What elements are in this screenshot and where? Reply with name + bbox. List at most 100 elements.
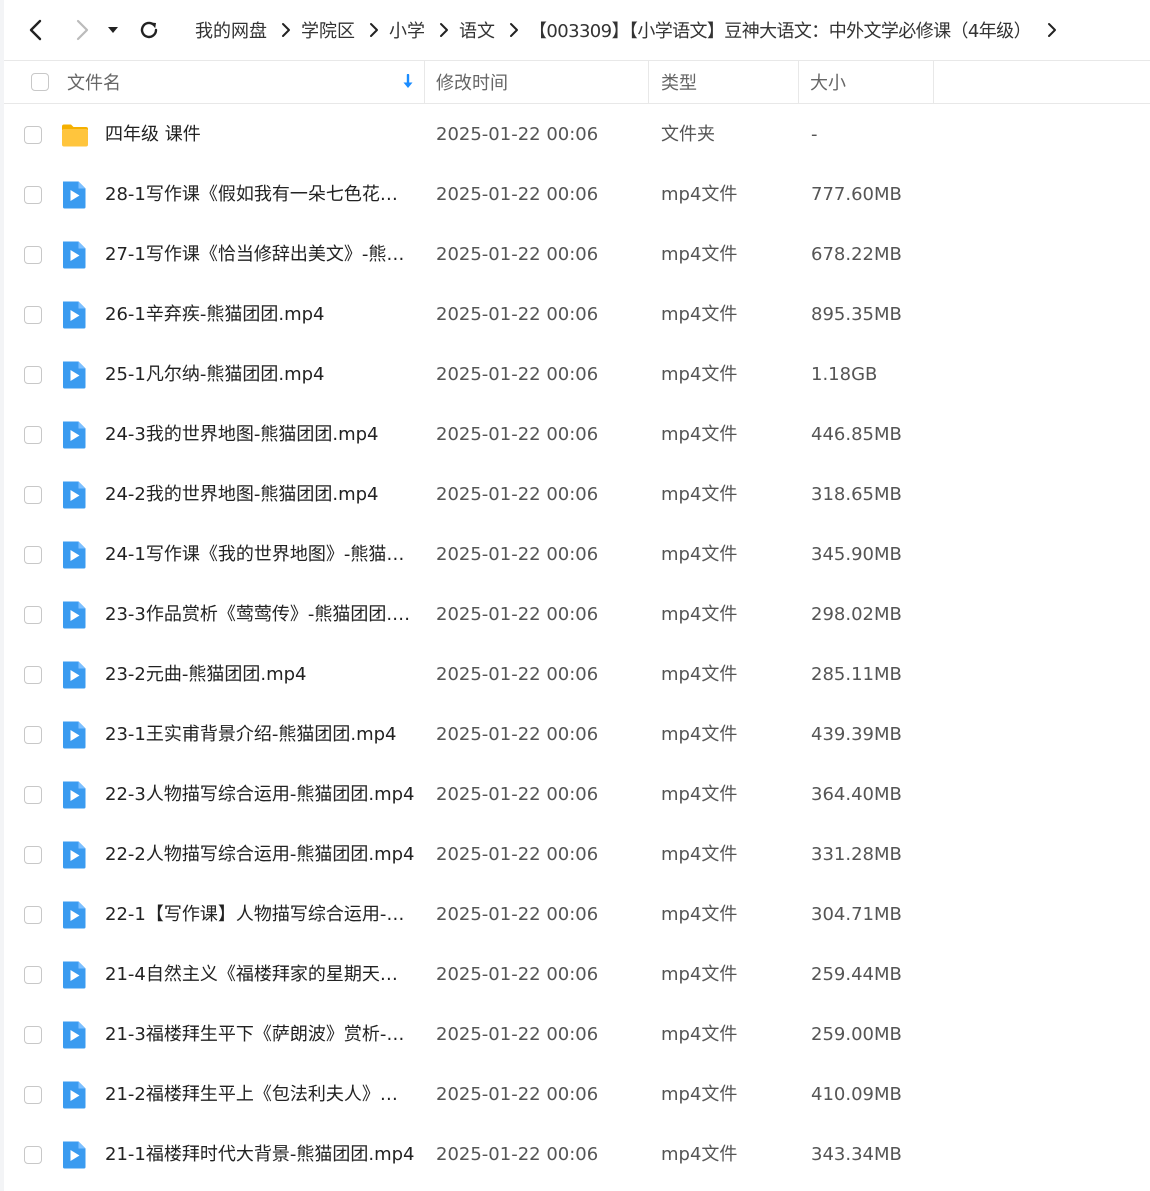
file-modified: 2025-01-22 00:06	[436, 424, 599, 445]
back-button[interactable]	[20, 14, 52, 46]
file-name[interactable]: 21-1福楼拜时代大背景-熊猫团团.mp4	[105, 1125, 415, 1185]
breadcrumb-item[interactable]: 语文	[459, 17, 495, 43]
file-row[interactable]: 21-1福楼拜时代大背景-熊猫团团.mp4 2025-01-22 00:06 m…	[4, 1125, 1150, 1185]
file-name[interactable]: 22-1【写作课】人物描写综合运用-熊猫团团.mp4	[105, 885, 415, 945]
row-checkbox[interactable]	[24, 846, 42, 864]
file-row[interactable]: 24-3我的世界地图-熊猫团团.mp4 2025-01-22 00:06 mp4…	[4, 405, 1150, 465]
file-row[interactable]: 24-2我的世界地图-熊猫团团.mp4 2025-01-22 00:06 mp4…	[4, 465, 1150, 525]
video-file-icon	[60, 180, 90, 210]
file-row[interactable]: 28-1写作课《假如我有一朵七色花》-熊猫团团.mp4 2025-01-22 0…	[4, 165, 1150, 225]
row-checkbox[interactable]	[24, 606, 42, 624]
file-modified: 2025-01-22 00:06	[436, 784, 599, 805]
row-checkbox[interactable]	[24, 366, 42, 384]
video-file-icon	[60, 900, 90, 930]
file-row[interactable]: 24-1写作课《我的世界地图》-熊猫团团.mp4 2025-01-22 00:0…	[4, 525, 1150, 585]
row-checkbox[interactable]	[24, 426, 42, 444]
file-size: 895.35MB	[811, 304, 902, 325]
select-all-checkbox[interactable]	[31, 73, 49, 91]
file-row[interactable]: 21-2福楼拜生平上《包法利夫人》赏析-熊猫团团.mp4 2025-01-22 …	[4, 1065, 1150, 1125]
row-checkbox[interactable]	[24, 186, 42, 204]
row-checkbox[interactable]	[24, 786, 42, 804]
file-row[interactable]: 25-1凡尔纳-熊猫团团.mp4 2025-01-22 00:06 mp4文件 …	[4, 345, 1150, 405]
file-row[interactable]: 22-1【写作课】人物描写综合运用-熊猫团团.mp4 2025-01-22 00…	[4, 885, 1150, 945]
file-name[interactable]: 23-2元曲-熊猫团团.mp4	[105, 645, 415, 705]
breadcrumb-item[interactable]: 小学	[389, 17, 425, 43]
file-name[interactable]: 22-2人物描写综合运用-熊猫团团.mp4	[105, 825, 415, 885]
file-name[interactable]: 23-1王实甫背景介绍-熊猫团团.mp4	[105, 705, 415, 765]
file-row[interactable]: 23-3作品赏析《莺莺传》-熊猫团团.mp4 2025-01-22 00:06 …	[4, 585, 1150, 645]
file-row[interactable]: 27-1写作课《恰当修辞出美文》-熊猫团团.mp4 2025-01-22 00:…	[4, 225, 1150, 285]
file-name[interactable]: 22-3人物描写综合运用-熊猫团团.mp4	[105, 765, 415, 825]
folder-icon	[60, 120, 90, 150]
file-name[interactable]: 24-1写作课《我的世界地图》-熊猫团团.mp4	[105, 525, 415, 585]
sort-arrow-down-icon[interactable]	[402, 73, 414, 95]
file-type: mp4文件	[661, 784, 738, 805]
row-checkbox[interactable]	[24, 666, 42, 684]
breadcrumb-overflow-chevron-icon[interactable]	[1047, 22, 1057, 38]
file-row[interactable]: 21-4自然主义《福楼拜家的星期天》-熊猫团团.mp4 2025-01-22 0…	[4, 945, 1150, 1005]
file-size: 285.11MB	[811, 664, 902, 685]
row-checkbox[interactable]	[24, 1026, 42, 1044]
file-name[interactable]: 23-3作品赏析《莺莺传》-熊猫团团.mp4	[105, 585, 415, 645]
file-name[interactable]: 27-1写作课《恰当修辞出美文》-熊猫团团.mp4	[105, 225, 415, 285]
file-row[interactable]: 22-2人物描写综合运用-熊猫团团.mp4 2025-01-22 00:06 m…	[4, 825, 1150, 885]
file-modified: 2025-01-22 00:06	[436, 964, 599, 985]
breadcrumb-item[interactable]: 我的网盘	[195, 17, 267, 43]
file-row[interactable]: 22-3人物描写综合运用-熊猫团团.mp4 2025-01-22 00:06 m…	[4, 765, 1150, 825]
file-size: 259.44MB	[811, 964, 902, 985]
video-file-icon	[60, 360, 90, 390]
row-checkbox[interactable]	[24, 966, 42, 984]
file-row[interactable]: 21-3福楼拜生平下《萨朗波》赏析-熊猫团团.mp4 2025-01-22 00…	[4, 1005, 1150, 1065]
file-name[interactable]: 21-3福楼拜生平下《萨朗波》赏析-熊猫团团.mp4	[105, 1005, 415, 1065]
refresh-button[interactable]	[133, 14, 165, 46]
file-size: 364.40MB	[811, 784, 902, 805]
file-name[interactable]: 四年级 课件	[105, 105, 415, 165]
row-checkbox[interactable]	[24, 726, 42, 744]
row-checkbox[interactable]	[24, 1146, 42, 1164]
file-name[interactable]: 28-1写作课《假如我有一朵七色花》-熊猫团团.mp4	[105, 165, 415, 225]
column-size[interactable]: 大小	[799, 61, 934, 103]
file-name[interactable]: 21-2福楼拜生平上《包法利夫人》赏析-熊猫团团.mp4	[105, 1065, 415, 1125]
file-modified: 2025-01-22 00:06	[436, 1024, 599, 1045]
row-checkbox[interactable]	[24, 126, 42, 144]
column-modified[interactable]: 修改时间	[425, 61, 649, 103]
row-checkbox[interactable]	[24, 546, 42, 564]
file-modified: 2025-01-22 00:06	[436, 844, 599, 865]
row-checkbox[interactable]	[24, 246, 42, 264]
file-name[interactable]: 25-1凡尔纳-熊猫团团.mp4	[105, 345, 415, 405]
file-row[interactable]: 23-2元曲-熊猫团团.mp4 2025-01-22 00:06 mp4文件 2…	[4, 645, 1150, 705]
forward-button[interactable]	[66, 14, 98, 46]
video-file-icon	[60, 780, 90, 810]
file-type: mp4文件	[661, 304, 738, 325]
row-checkbox[interactable]	[24, 906, 42, 924]
file-size: 439.39MB	[811, 724, 902, 745]
column-size-label: 大小	[810, 73, 846, 94]
file-row[interactable]: 23-1王实甫背景介绍-熊猫团团.mp4 2025-01-22 00:06 mp…	[4, 705, 1150, 765]
column-modified-label: 修改时间	[436, 73, 508, 94]
video-file-icon	[60, 540, 90, 570]
chevron-right-icon	[509, 22, 519, 38]
row-checkbox[interactable]	[24, 306, 42, 324]
file-name[interactable]: 24-3我的世界地图-熊猫团团.mp4	[105, 405, 415, 465]
breadcrumb-item[interactable]: 学院区	[301, 17, 355, 43]
file-name[interactable]: 21-4自然主义《福楼拜家的星期天》-熊猫团团.mp4	[105, 945, 415, 1005]
column-type[interactable]: 类型	[649, 61, 799, 103]
file-modified: 2025-01-22 00:06	[436, 124, 599, 145]
file-type: mp4文件	[661, 484, 738, 505]
file-row[interactable]: 26-1辛弃疾-熊猫团团.mp4 2025-01-22 00:06 mp4文件 …	[4, 285, 1150, 345]
column-name[interactable]: 文件名	[4, 61, 425, 103]
file-name[interactable]: 24-2我的世界地图-熊猫团团.mp4	[105, 465, 415, 525]
file-type: mp4文件	[661, 1024, 738, 1045]
history-dropdown-button[interactable]	[102, 14, 124, 46]
breadcrumb-current[interactable]: 【003309】【小学语文】豆神大语文：中外文学必修课（4年级）	[529, 17, 1032, 43]
file-size: 318.65MB	[811, 484, 902, 505]
video-file-icon	[60, 1080, 90, 1110]
file-size: 343.34MB	[811, 1144, 902, 1165]
file-type: mp4文件	[661, 604, 738, 625]
file-name[interactable]: 26-1辛弃疾-熊猫团团.mp4	[105, 285, 415, 345]
folder-row[interactable]: 四年级 课件 2025-01-22 00:06 文件夹 -	[4, 105, 1150, 165]
navigation-bar: 我的网盘 学院区 小学 语文 【003309】【小学语文】豆神大语文：中外文学必…	[4, 0, 1150, 60]
row-checkbox[interactable]	[24, 1086, 42, 1104]
row-checkbox[interactable]	[24, 486, 42, 504]
file-modified: 2025-01-22 00:06	[436, 484, 599, 505]
